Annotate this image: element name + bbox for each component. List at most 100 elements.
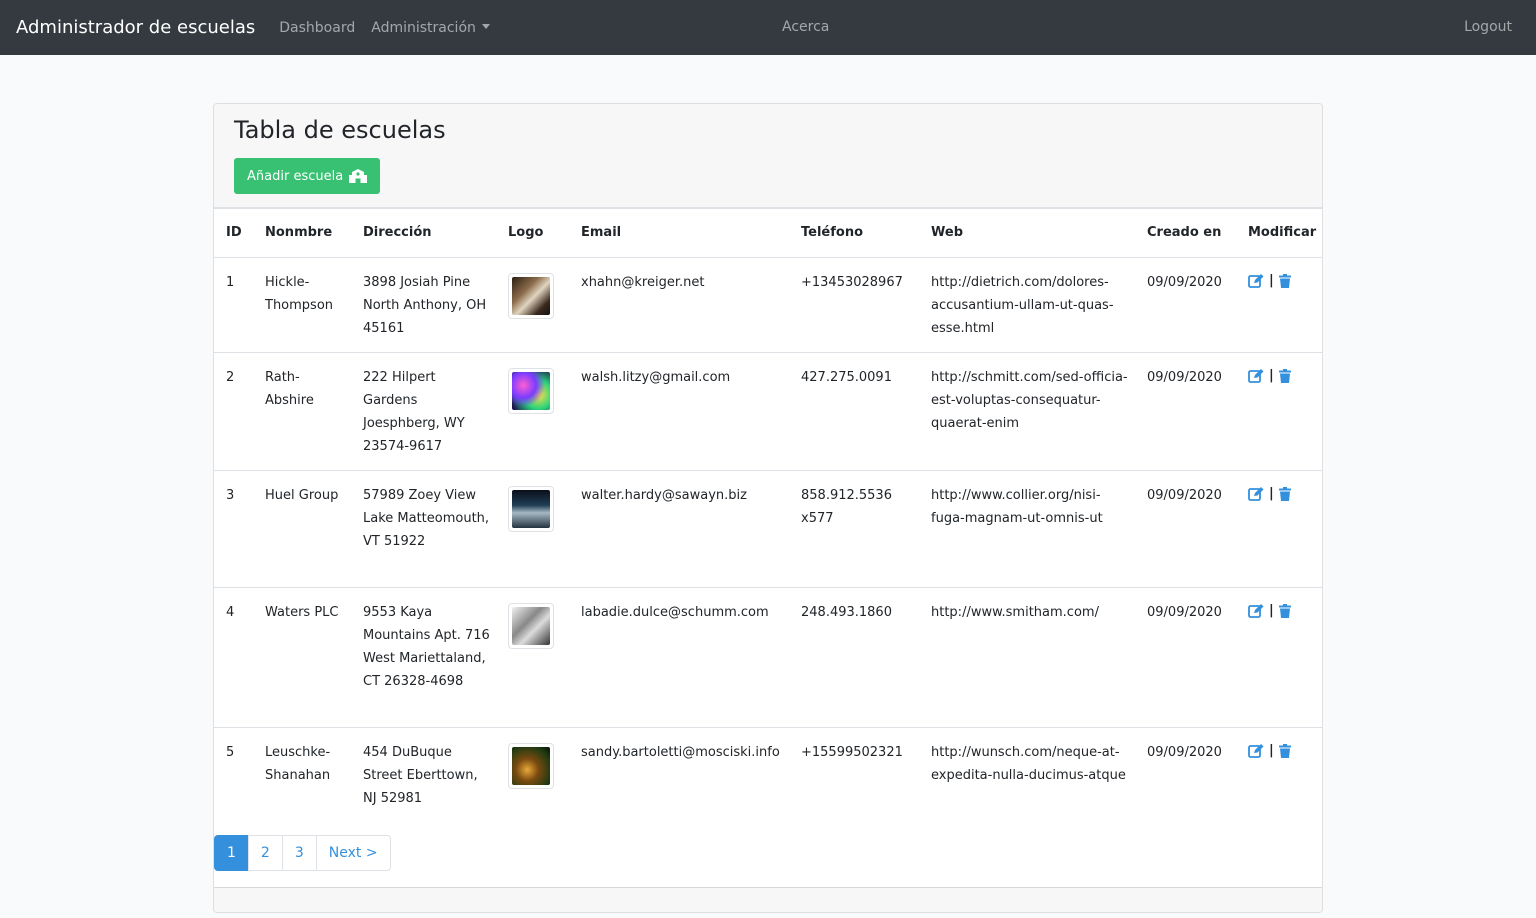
trash-icon[interactable] bbox=[1278, 743, 1291, 758]
row-email: xhahn@kreiger.net bbox=[569, 257, 789, 353]
col-logo-header: Logo bbox=[496, 209, 569, 258]
action-separator: | bbox=[1269, 602, 1274, 618]
row-created: 09/09/2020 bbox=[1135, 587, 1236, 728]
row-id: 1 bbox=[214, 257, 253, 353]
card-header: Tabla de escuelas Añadir escuela bbox=[214, 104, 1322, 209]
table-row: 5 Leuschke-Shanahan 454 DuBuque Street E… bbox=[214, 727, 1322, 822]
col-modify-header: Modificar bbox=[1236, 209, 1322, 258]
trash-icon[interactable] bbox=[1278, 603, 1291, 618]
row-address: 454 DuBuque Street Eberttown, NJ 52981 bbox=[363, 744, 478, 806]
row-address: 9553 Kaya Mountains Apt. 716 West Mariet… bbox=[351, 587, 496, 728]
page-link-1[interactable]: 1 bbox=[214, 835, 249, 871]
row-phone: +15599502321 bbox=[801, 744, 903, 760]
row-actions: | bbox=[1236, 352, 1322, 471]
row-name: Huel Group bbox=[253, 470, 351, 588]
action-separator: | bbox=[1269, 485, 1274, 501]
logo-image bbox=[508, 485, 554, 532]
add-school-button[interactable]: Añadir escuela bbox=[234, 158, 381, 194]
row-email: sandy.bartoletti@mosciski.info bbox=[581, 744, 780, 760]
trash-icon[interactable] bbox=[1278, 368, 1291, 383]
col-address-header: Dirección bbox=[351, 209, 496, 258]
row-id: 2 bbox=[214, 352, 253, 471]
action-separator: | bbox=[1269, 367, 1274, 383]
page-link-2[interactable]: 2 bbox=[247, 835, 283, 871]
row-id: 3 bbox=[214, 470, 253, 588]
row-id: 5 bbox=[226, 744, 235, 760]
row-logo-cell bbox=[496, 257, 569, 353]
row-email: walsh.litzy@gmail.com bbox=[569, 352, 789, 471]
col-name-header: Nonmbre bbox=[253, 209, 351, 258]
row-logo-cell bbox=[496, 727, 569, 822]
row-name: Waters PLC bbox=[253, 587, 351, 728]
col-created-header: Creado en bbox=[1135, 209, 1236, 258]
row-address: 3898 Josiah Pine North Anthony, OH 45161 bbox=[351, 257, 496, 353]
edit-icon[interactable] bbox=[1248, 368, 1264, 383]
row-logo-cell bbox=[496, 470, 569, 588]
school-icon bbox=[349, 169, 368, 183]
page-title: Tabla de escuelas bbox=[234, 116, 446, 144]
logo-image bbox=[508, 742, 554, 789]
row-actions: | bbox=[1236, 727, 1322, 822]
add-school-label: Añadir escuela bbox=[247, 168, 344, 184]
row-name: Leuschke-Shanahan bbox=[265, 744, 331, 783]
logo-image bbox=[508, 602, 554, 649]
row-phone: 427.275.0091 bbox=[789, 352, 919, 471]
trash-icon[interactable] bbox=[1278, 486, 1291, 501]
row-actions: | bbox=[1236, 587, 1322, 728]
logo-image bbox=[508, 367, 554, 414]
next-page-link[interactable]: Next > bbox=[315, 835, 391, 871]
action-separator: | bbox=[1269, 272, 1274, 288]
col-phone-header: Teléfono bbox=[789, 209, 919, 258]
row-id: 4 bbox=[214, 587, 253, 728]
action-separator: | bbox=[1269, 742, 1274, 758]
edit-icon[interactable] bbox=[1248, 743, 1264, 758]
row-actions: | bbox=[1236, 257, 1322, 353]
row-logo-cell bbox=[496, 587, 569, 728]
row-web: http://www.smitham.com/ bbox=[919, 587, 1135, 728]
schools-card: Tabla de escuelas Añadir escuela ID Nonm… bbox=[213, 103, 1323, 913]
row-web: http://schmitt.com/sed-officia-est-volup… bbox=[919, 352, 1135, 471]
edit-icon[interactable] bbox=[1248, 486, 1264, 501]
top-navbar: Administrador de escuelas Dashboard Admi… bbox=[0, 0, 1536, 55]
row-address: 222 Hilpert Gardens Joesphberg, WY 23574… bbox=[351, 352, 496, 471]
row-email: walter.hardy@sawayn.biz bbox=[569, 470, 789, 588]
card-footer bbox=[214, 887, 1322, 912]
row-logo-cell bbox=[496, 352, 569, 471]
row-created: 09/09/2020 bbox=[1135, 470, 1236, 588]
table-row: 2 Rath-Abshire 222 Hilpert Gardens Joesp… bbox=[214, 352, 1322, 471]
row-phone: 248.493.1860 bbox=[789, 587, 919, 728]
row-email: labadie.dulce@schumm.com bbox=[569, 587, 789, 728]
edit-icon[interactable] bbox=[1248, 273, 1264, 288]
chevron-down-icon bbox=[481, 23, 490, 29]
logo-image bbox=[508, 272, 554, 319]
pagination: 1 2 3 Next > bbox=[214, 835, 391, 871]
col-email-header: Email bbox=[569, 209, 789, 258]
table-row: 1 Hickle-Thompson 3898 Josiah Pine North… bbox=[214, 257, 1322, 353]
row-created: 09/09/2020 bbox=[1135, 352, 1236, 471]
nav-administracion-dropdown[interactable]: Administración bbox=[363, 20, 498, 36]
row-created: 09/09/2020 bbox=[1147, 744, 1222, 760]
row-address: 57989 Zoey View Lake Matteomouth, VT 519… bbox=[351, 470, 496, 588]
row-web: http://www.collier.org/nisi-fuga-magnam-… bbox=[919, 470, 1135, 588]
row-phone: +13453028967 bbox=[789, 257, 919, 353]
table-row: 3 Huel Group 57989 Zoey View Lake Matteo… bbox=[214, 470, 1322, 588]
row-web: http://dietrich.com/dolores-accusantium-… bbox=[919, 257, 1135, 353]
nav-administracion-label: Administración bbox=[371, 19, 476, 36]
trash-icon[interactable] bbox=[1278, 273, 1291, 288]
table-header-row: ID Nonmbre Dirección Logo Email Teléfono… bbox=[214, 209, 1322, 258]
col-id-header: ID bbox=[214, 209, 253, 258]
table-row: 4 Waters PLC 9553 Kaya Mountains Apt. 71… bbox=[214, 587, 1322, 728]
nav-dashboard-link[interactable]: Dashboard bbox=[271, 20, 363, 36]
row-name: Rath-Abshire bbox=[253, 352, 351, 471]
navbar-brand[interactable]: Administrador de escuelas bbox=[16, 17, 255, 38]
col-web-header: Web bbox=[919, 209, 1135, 258]
row-web: http://wunsch.com/neque-at-expedita-null… bbox=[931, 744, 1126, 783]
logout-link[interactable]: Logout bbox=[1456, 19, 1520, 35]
page-link-3[interactable]: 3 bbox=[281, 835, 317, 871]
schools-table: ID Nonmbre Dirección Logo Email Teléfono… bbox=[214, 209, 1322, 822]
row-phone: 858.912.5536 x577 bbox=[789, 470, 919, 588]
row-name: Hickle-Thompson bbox=[253, 257, 351, 353]
edit-icon[interactable] bbox=[1248, 603, 1264, 618]
nav-acerca-link[interactable]: Acerca bbox=[774, 19, 837, 35]
row-actions: | bbox=[1236, 470, 1322, 588]
